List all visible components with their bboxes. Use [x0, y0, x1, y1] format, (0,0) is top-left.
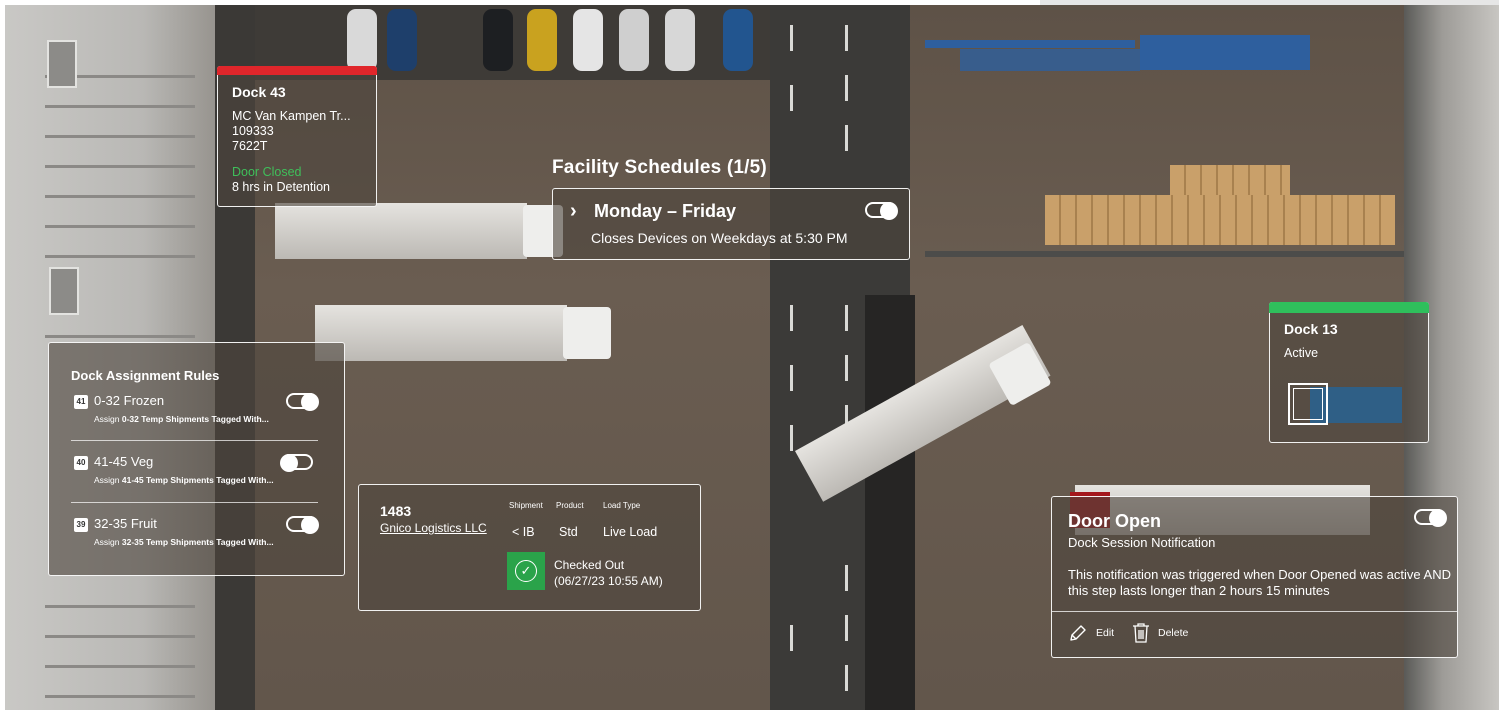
dock-43-card[interactable]: Dock 43 MC Van Kampen Tr... 109333 7622T…	[217, 66, 377, 207]
shipment-id: 1483	[380, 503, 412, 519]
dock-status-bar	[217, 66, 377, 75]
dock-title: Dock 13	[1284, 321, 1338, 337]
detention-time: 8 hrs in Detention	[232, 180, 330, 194]
door-status: Door Closed	[232, 165, 302, 179]
shipment-card[interactable]: 1483 Gnico Logistics LLC Shipment Produc…	[358, 484, 701, 611]
delete-button[interactable]: Delete	[1132, 621, 1188, 645]
divider	[71, 440, 318, 441]
product-value: Std	[559, 525, 578, 539]
dock-number-2: 7622T	[232, 139, 268, 153]
schedule-name: Monday – Friday	[594, 201, 737, 221]
rule-badge: 39	[74, 518, 88, 532]
panel-title: Dock Assignment Rules	[71, 368, 220, 383]
delete-label: Delete	[1158, 627, 1189, 639]
dock-assignment-rules-panel: Dock Assignment Rules 41 0-32 Frozen Ass…	[48, 342, 345, 576]
dock-state: Active	[1284, 346, 1319, 360]
divider	[71, 502, 318, 503]
rule-item[interactable]: 41 0-32 Frozen Assign 0-32 Temp Shipment…	[71, 392, 331, 442]
dock-carrier: MC Van Kampen Tr...	[232, 109, 351, 123]
schedule-card[interactable]: › Monday – Friday Closes Devices on Week…	[552, 188, 910, 260]
rule-badge: 40	[74, 456, 88, 470]
notification-body: This notification was triggered when Doo…	[1068, 567, 1451, 598]
facility-schedules-title: Facility Schedules (1/5)	[552, 157, 767, 178]
rule-toggle[interactable]	[280, 454, 313, 472]
door-open-notification: Door Open Dock Session Notification This…	[1051, 496, 1458, 658]
dock-door-icon	[1288, 383, 1328, 425]
dock-title: Dock 43	[232, 84, 286, 100]
rule-name: 32-35 Fruit	[94, 516, 157, 531]
rule-description: Assign 32-35 Temp Shipments Tagged With.…	[94, 537, 274, 547]
dock-number-1: 109333	[232, 124, 274, 138]
edit-label: Edit	[1096, 627, 1115, 639]
load-type-header: Load Type	[603, 501, 641, 510]
rule-item[interactable]: 39 32-35 Fruit Assign 32-35 Temp Shipmen…	[71, 515, 331, 565]
rule-name: 41-45 Veg	[94, 454, 154, 469]
trash-icon	[1133, 623, 1149, 643]
rule-toggle[interactable]	[286, 393, 319, 411]
product-header: Product	[556, 501, 584, 510]
shipment-status: Checked Out (06/27/23 10:55 AM)	[554, 558, 663, 588]
shipment-value: < IB	[512, 525, 535, 539]
chevron-right-icon[interactable]: ›	[570, 200, 577, 223]
rule-description: Assign 0-32 Temp Shipments Tagged With..…	[94, 414, 269, 424]
check-circle-icon: ✓	[507, 552, 545, 590]
edit-button[interactable]: Edit	[1068, 621, 1114, 645]
rule-item[interactable]: 40 41-45 Veg Assign 41-45 Temp Shipments…	[71, 453, 331, 503]
rule-name: 0-32 Frozen	[94, 393, 165, 408]
dock-status-bar	[1269, 302, 1429, 313]
carrier-link[interactable]: Gnico Logistics LLC	[380, 521, 487, 535]
rule-badge: 41	[74, 395, 88, 409]
divider	[1052, 611, 1457, 612]
load-type-value: Live Load	[603, 525, 658, 539]
dock-13-card[interactable]: Dock 13 Active	[1269, 302, 1429, 443]
rule-description: Assign 41-45 Temp Shipments Tagged With.…	[94, 475, 274, 485]
rule-toggle[interactable]	[286, 516, 319, 534]
schedule-toggle[interactable]	[865, 202, 898, 220]
shipment-header: Shipment	[509, 501, 543, 510]
notification-title: Door Open	[1068, 511, 1161, 531]
pencil-icon	[1070, 625, 1086, 641]
schedule-description: Closes Devices on Weekdays at 5:30 PM	[591, 230, 848, 246]
notification-subtitle: Dock Session Notification	[1068, 535, 1216, 550]
notification-toggle[interactable]	[1414, 509, 1447, 527]
